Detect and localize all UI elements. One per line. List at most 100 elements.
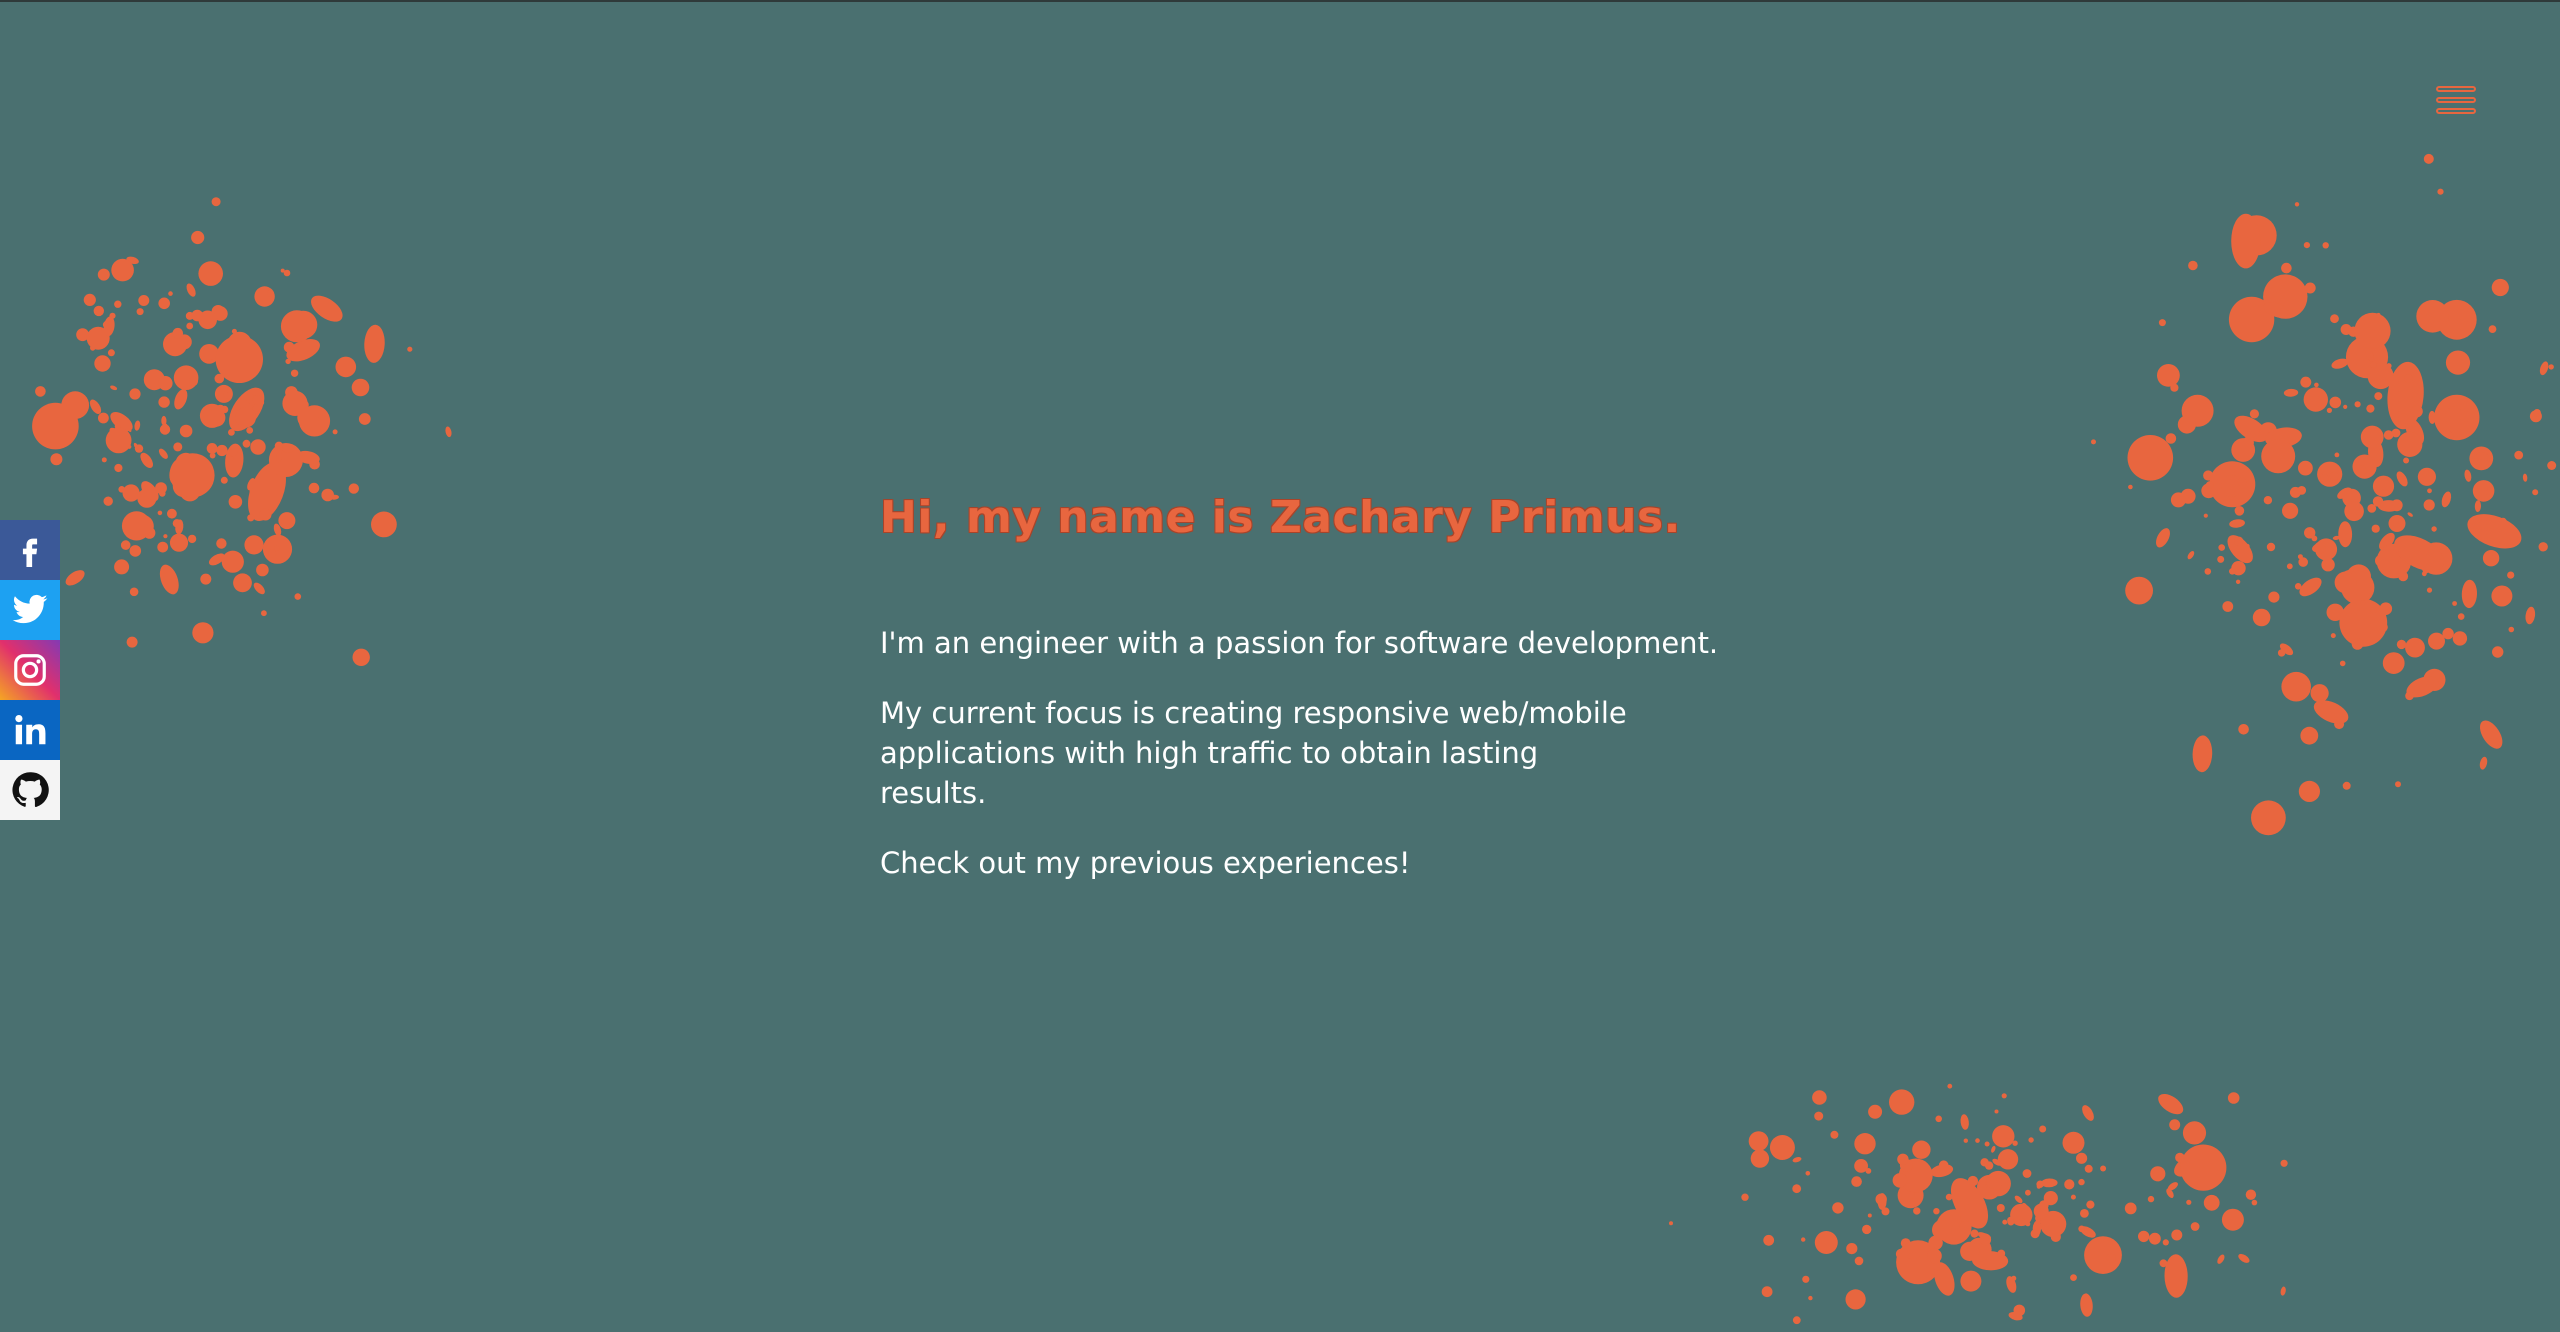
paint-splat [253, 582, 265, 595]
paint-splat [2280, 1286, 2286, 1296]
paint-splat [2417, 467, 2436, 486]
paint-splat [2445, 350, 2471, 375]
paint-splat [93, 305, 105, 317]
paint-splat [2149, 1232, 2161, 1245]
paint-splat [2351, 638, 2364, 650]
paint-splat [2150, 1166, 2166, 1182]
intro-paragraph: Check out my previous experiences! [880, 846, 1411, 880]
paint-splat [114, 463, 123, 473]
paint-splat [2532, 489, 2539, 496]
paint-splat [1867, 1213, 1872, 1218]
hamburger-menu-button[interactable] [2434, 84, 2478, 124]
linkedin-link[interactable] [0, 700, 60, 760]
paint-splat [2251, 800, 2286, 836]
paint-splat [127, 444, 132, 449]
paint-splat [2231, 438, 2256, 462]
twitter-icon [12, 594, 48, 624]
paint-splat [2322, 242, 2329, 249]
paint-splat [1763, 1234, 1775, 1246]
paint-splat [50, 453, 63, 466]
paint-splat [2464, 469, 2472, 482]
paint-splat [187, 534, 197, 544]
paint-splat [2237, 477, 2247, 487]
paint-splat [2379, 602, 2393, 615]
paint-splat [2330, 314, 2339, 324]
paint-splat [2192, 735, 2213, 773]
paint-splat [1792, 1316, 1801, 1325]
paint-splat [1814, 1111, 1824, 1121]
paint-splat [170, 453, 215, 498]
paint-splat [2344, 501, 2364, 522]
paint-splat [186, 283, 196, 297]
paint-splat [2235, 579, 2241, 584]
paint-splat [1959, 1220, 1972, 1233]
paint-splat [2127, 435, 2174, 481]
paint-splat [2403, 457, 2410, 464]
linkedin-icon [15, 715, 46, 745]
paint-splat [2339, 598, 2388, 647]
paint-splat [1805, 1171, 1811, 1176]
paint-splat [129, 388, 141, 400]
paint-splat [157, 541, 169, 553]
twitter-link[interactable] [0, 580, 60, 640]
paint-splat [191, 230, 205, 245]
paint-splat [233, 573, 252, 593]
paint-splat [207, 408, 226, 427]
paint-splat [2372, 475, 2395, 497]
paint-splat [2203, 1194, 2220, 1211]
paint-splat [2370, 361, 2377, 369]
paint-splat [2180, 1144, 2227, 1191]
paint-splat [83, 293, 96, 306]
paint-splat [134, 420, 141, 431]
paint-splat [138, 295, 150, 306]
paint-splat [1970, 1229, 1979, 1238]
paint-splat [2283, 388, 2299, 397]
paint-splat [268, 549, 277, 558]
paint-splat [2397, 431, 2423, 457]
paint-splat [2205, 481, 2214, 489]
paint-splat [1960, 1270, 1982, 1292]
paint-splat [371, 511, 397, 538]
paint-splat [2124, 1202, 2137, 1215]
paint-splat [1881, 1207, 1890, 1216]
facebook-link[interactable] [0, 520, 60, 580]
paint-splat [358, 413, 371, 425]
github-link[interactable] [0, 760, 60, 820]
paint-splat [266, 289, 274, 297]
paint-splat [1997, 1149, 2019, 1170]
paint-splat [2203, 513, 2208, 518]
paint-splat [2078, 1178, 2085, 1186]
paint-splat [1830, 1130, 1839, 1139]
paint-splat [2525, 606, 2536, 625]
paint-splat [2231, 213, 2261, 269]
paint-splat [1846, 1243, 1858, 1255]
instagram-link[interactable] [0, 640, 60, 700]
paint-splat [242, 439, 251, 448]
instagram-icon [14, 654, 46, 686]
paint-splat [2539, 361, 2549, 376]
paint-splat [2303, 242, 2310, 249]
github-icon [12, 772, 49, 807]
paint-splat [2355, 465, 2367, 477]
paint-splat [2479, 720, 2503, 749]
paint-splat [1845, 1289, 1866, 1310]
paint-splat [2300, 726, 2319, 745]
paint-splat [2382, 652, 2405, 674]
paint-splat [2128, 484, 2133, 490]
paint-splat [126, 636, 138, 648]
paint-splat [216, 538, 227, 549]
paint-splat [235, 407, 256, 428]
paint-splat [2217, 555, 2225, 563]
paint-splat [2404, 374, 2414, 383]
paint-splat [2084, 1164, 2093, 1173]
paint-splat [2041, 1178, 2058, 1188]
paint-splat [297, 406, 319, 429]
paint-splat [2006, 1158, 2016, 1167]
paint-splat [1912, 1140, 1931, 1159]
paint-splat [2508, 626, 2515, 633]
paint-splat [2218, 544, 2225, 551]
paint-splat [2229, 519, 2245, 528]
paint-splat [2474, 500, 2482, 512]
paint-splat [2251, 1199, 2258, 1206]
paint-splat [2281, 262, 2292, 274]
